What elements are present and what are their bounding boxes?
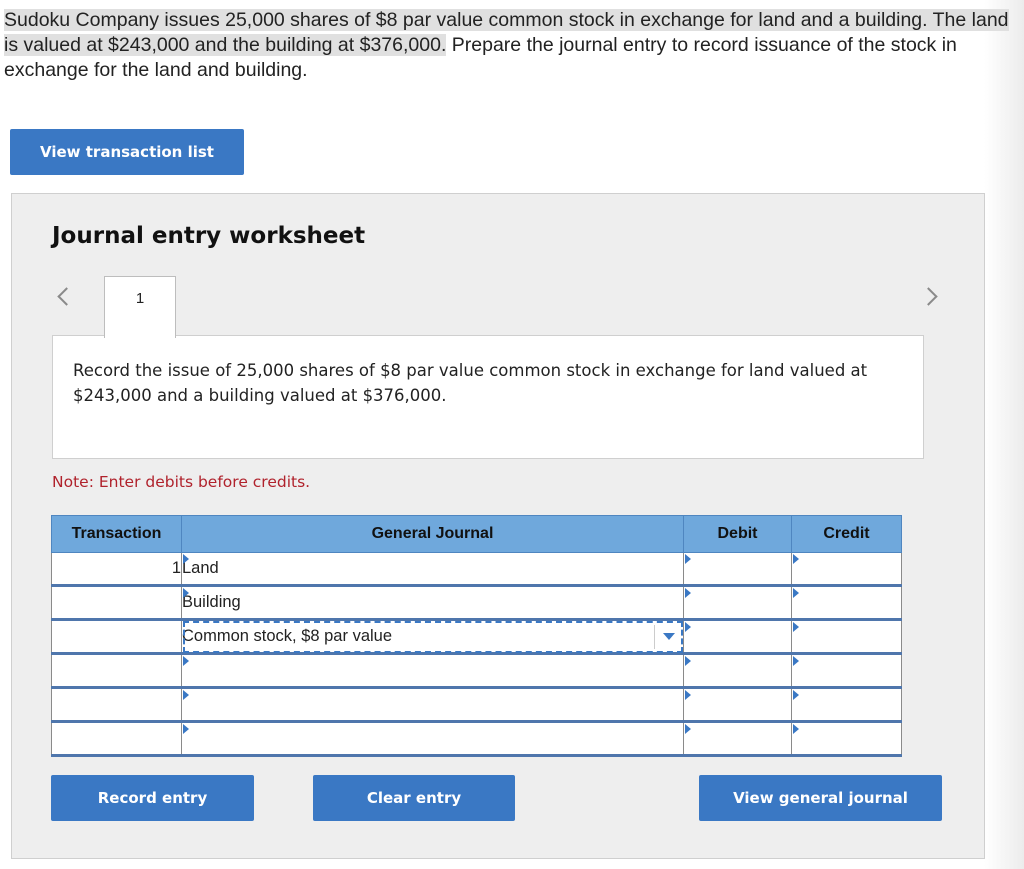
table-row bbox=[51, 653, 902, 689]
header-credit: Credit bbox=[791, 515, 902, 553]
field-marker-icon bbox=[793, 554, 799, 564]
field-marker-icon bbox=[793, 690, 799, 700]
record-entry-button[interactable]: Record entry bbox=[51, 775, 254, 821]
transaction-cell bbox=[51, 585, 182, 621]
field-marker-icon bbox=[183, 656, 189, 666]
table-row bbox=[51, 687, 902, 723]
credit-field[interactable] bbox=[791, 552, 902, 587]
transaction-cell: 1 bbox=[51, 552, 182, 587]
field-marker-icon bbox=[183, 588, 189, 598]
header-debit: Debit bbox=[683, 515, 792, 553]
field-marker-icon bbox=[793, 656, 799, 666]
field-marker-icon bbox=[685, 622, 691, 632]
field-marker-icon bbox=[183, 554, 189, 564]
account-field[interactable] bbox=[181, 687, 684, 723]
note-text: Note: Enter debits before credits. bbox=[52, 473, 311, 491]
view-transaction-list-button[interactable]: View transaction list bbox=[10, 129, 244, 175]
table-row: Common stock, $8 par value bbox=[51, 619, 902, 655]
field-marker-icon bbox=[793, 622, 799, 632]
field-marker-icon bbox=[685, 690, 691, 700]
field-marker-icon bbox=[685, 588, 691, 598]
debit-field[interactable] bbox=[683, 585, 792, 621]
credit-field[interactable] bbox=[791, 585, 902, 621]
field-marker-icon bbox=[793, 724, 799, 734]
transaction-description: Record the issue of 25,000 shares of $8 … bbox=[52, 335, 924, 459]
page-edge-shade bbox=[984, 0, 1024, 869]
debit-field[interactable] bbox=[683, 687, 792, 723]
account-value: Common stock, $8 par value bbox=[182, 627, 393, 645]
journal-table: Transaction General Journal Debit Credit… bbox=[51, 515, 902, 757]
credit-field[interactable] bbox=[791, 619, 902, 655]
debit-field[interactable] bbox=[683, 619, 792, 655]
debit-field[interactable] bbox=[683, 552, 792, 587]
field-marker-icon bbox=[793, 588, 799, 598]
field-marker-icon bbox=[183, 690, 189, 700]
dropdown-divider bbox=[654, 625, 655, 649]
account-dropdown[interactable]: Common stock, $8 par value bbox=[181, 619, 684, 655]
header-transaction: Transaction bbox=[51, 515, 182, 553]
account-field[interactable]: Building bbox=[181, 585, 684, 621]
table-row: Building bbox=[51, 585, 902, 621]
header-general-journal: General Journal bbox=[181, 515, 684, 553]
field-marker-icon bbox=[685, 554, 691, 564]
tab-1[interactable]: 1 bbox=[104, 276, 176, 338]
account-field[interactable]: Land bbox=[181, 552, 684, 587]
view-general-journal-button[interactable]: View general journal bbox=[699, 775, 942, 821]
account-value: Building bbox=[182, 593, 241, 611]
credit-field[interactable] bbox=[791, 687, 902, 723]
debit-field[interactable] bbox=[683, 721, 792, 757]
credit-field[interactable] bbox=[791, 721, 902, 757]
field-marker-icon bbox=[685, 724, 691, 734]
transaction-cell bbox=[51, 721, 182, 757]
clear-entry-button[interactable]: Clear entry bbox=[313, 775, 515, 821]
field-marker-icon bbox=[685, 656, 691, 666]
problem-statement: Sudoku Company issues 25,000 shares of $… bbox=[4, 8, 1016, 83]
account-field[interactable] bbox=[181, 653, 684, 689]
caret-down-icon[interactable] bbox=[663, 633, 675, 640]
credit-field[interactable] bbox=[791, 653, 902, 689]
transaction-cell bbox=[51, 619, 182, 655]
table-row: 1 Land bbox=[51, 552, 902, 587]
table-row bbox=[51, 721, 902, 757]
field-marker-icon bbox=[183, 724, 189, 734]
transaction-cell bbox=[51, 687, 182, 723]
debit-field[interactable] bbox=[683, 653, 792, 689]
account-field[interactable] bbox=[181, 721, 684, 757]
transaction-cell bbox=[51, 653, 182, 689]
worksheet-title: Journal entry worksheet bbox=[52, 223, 366, 249]
